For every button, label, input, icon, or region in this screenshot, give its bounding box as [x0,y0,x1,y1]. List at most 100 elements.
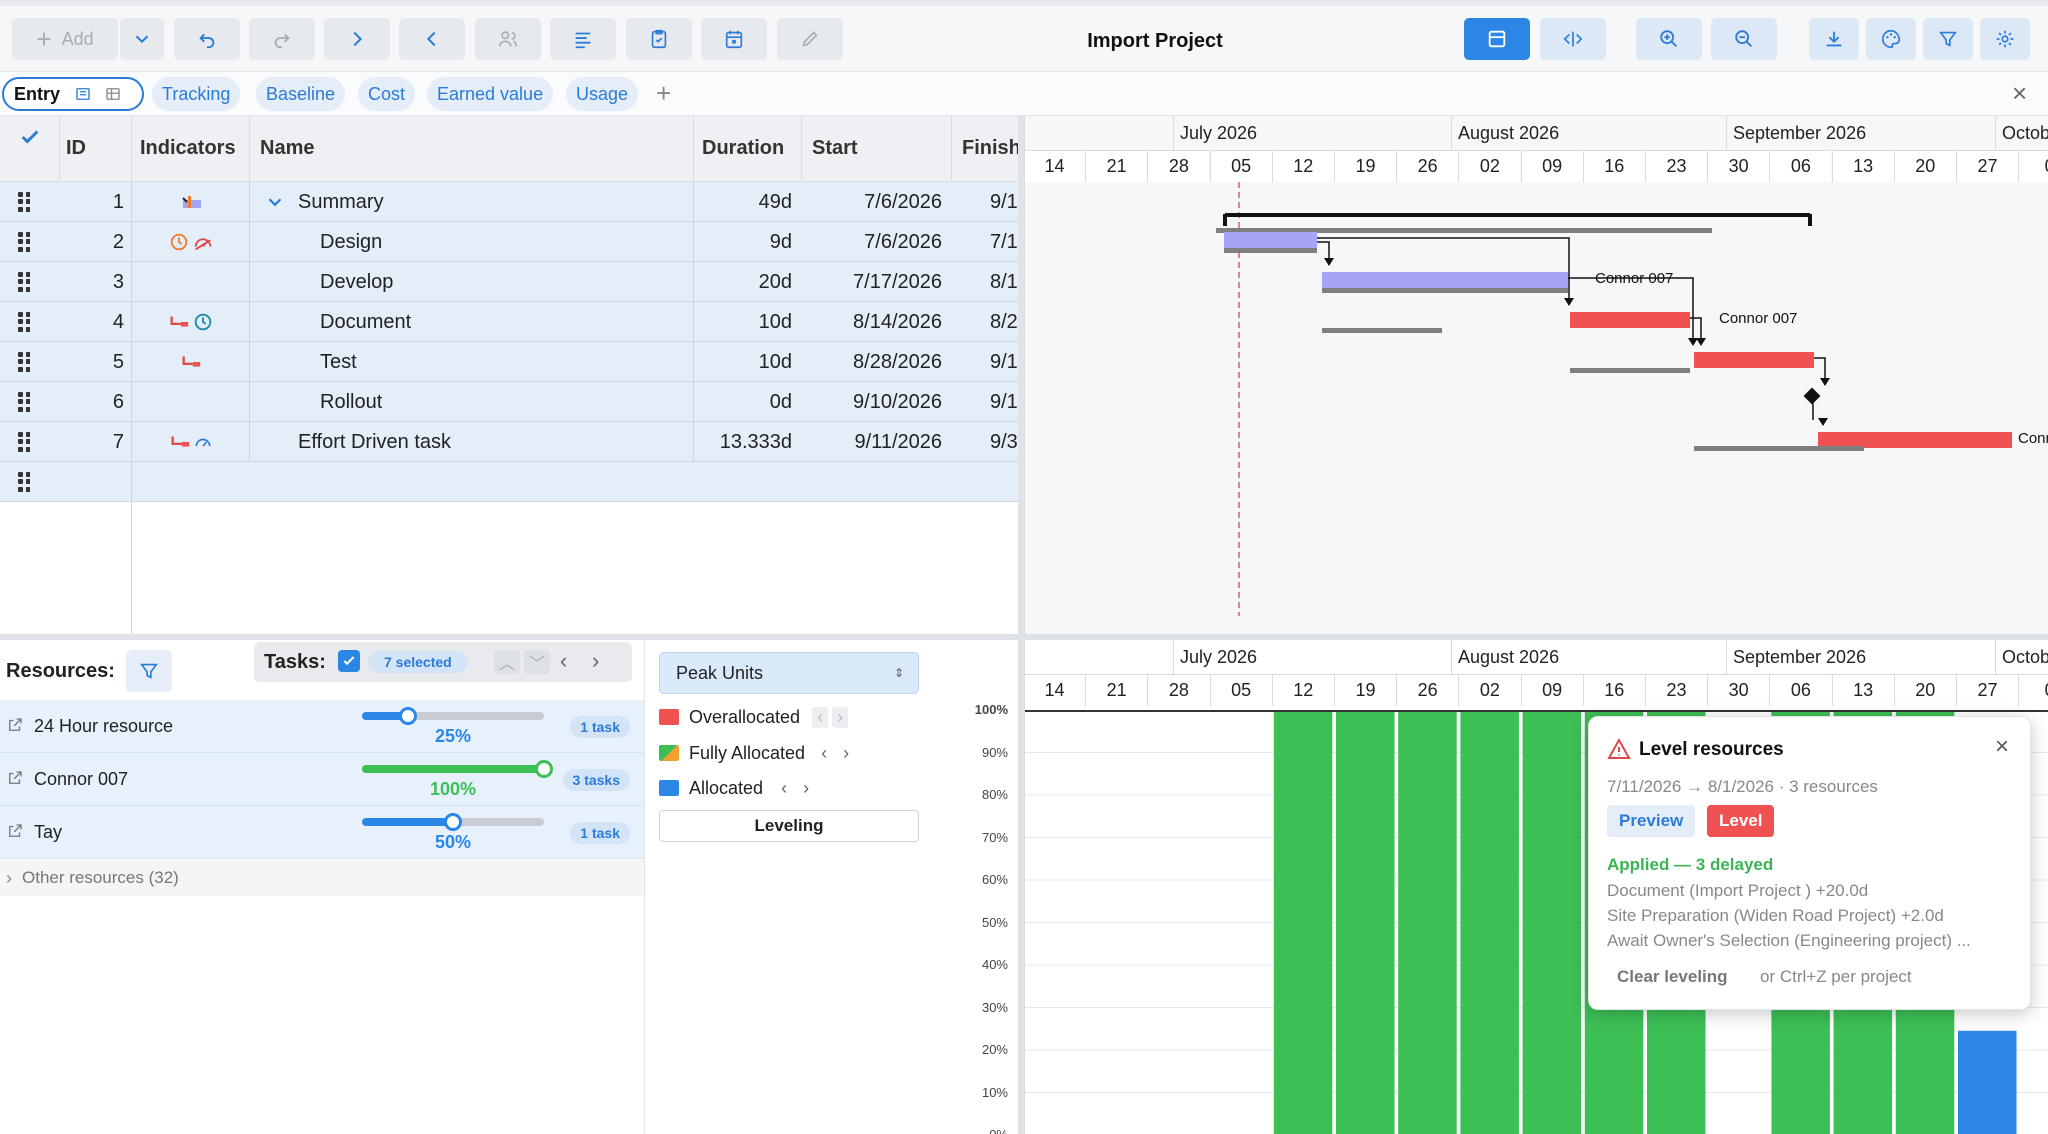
table-row[interactable]: 5 Test 10d 8/28/2026 9/1 [0,342,1018,382]
table-row-empty[interactable] [0,462,1018,502]
tab-entry[interactable]: Entry [2,77,144,111]
drag-handle[interactable] [18,182,30,222]
outdent-button[interactable] [399,18,465,60]
resource-row[interactable]: 24 Hour resource 25% 1 task [0,700,644,753]
row-finish[interactable]: 9/3 [990,422,1018,462]
histogram-bar[interactable] [1398,712,1457,1134]
column-header-name[interactable]: Name [250,116,694,182]
chevron-left-icon[interactable]: ‹ [781,778,787,799]
chevron-down-icon[interactable]: ﹀ [524,650,550,674]
resource-row[interactable]: Tay 50% 1 task [0,806,644,859]
other-resources-row[interactable]: › Other resources (32) [0,860,644,896]
chevron-right-icon[interactable]: › [832,706,849,728]
calendar-button[interactable] [701,18,767,60]
column-header-indicators[interactable]: Indicators [132,116,250,182]
row-name[interactable]: Summary [298,182,384,222]
row-name[interactable]: Rollout [320,382,382,422]
row-start[interactable]: 7/6/2026 [802,182,942,222]
zoom-out-button[interactable] [1711,18,1777,60]
add-button[interactable]: + Add [12,18,118,60]
table-row[interactable]: 3 Develop 20d 7/17/2026 8/1 [0,262,1018,302]
drag-handle[interactable] [18,222,30,262]
histogram-bar[interactable] [1522,712,1582,1134]
peak-units-select[interactable]: Peak Units ⇕ [659,652,919,694]
table-row[interactable]: 1 Summary 49d 7/6/2026 9/1 [0,182,1018,222]
allocation-slider[interactable] [362,813,544,831]
redo-button[interactable] [249,18,315,60]
chevron-right-icon[interactable]: › [592,648,599,674]
row-finish[interactable]: 9/1 [990,182,1018,222]
notes-button[interactable] [550,18,616,60]
slider-handle[interactable] [444,813,462,831]
row-name[interactable]: Design [320,222,382,262]
close-icon[interactable]: × [1995,733,2009,761]
histogram-bar[interactable] [1460,712,1519,1134]
allocation-slider[interactable] [362,707,544,725]
close-icon[interactable]: × [2012,78,2027,109]
chevron-right-icon[interactable]: › [843,743,849,764]
tab-cost[interactable]: Cost [358,77,416,111]
slider-handle[interactable] [535,760,553,778]
preview-button[interactable]: Preview [1607,805,1696,837]
table-row[interactable]: 2 Design 9d 7/6/2026 7/1 [0,222,1018,262]
drag-handle[interactable] [18,382,30,422]
table-row[interactable]: 7 Effort Driven task 13.333d 9/11/2026 9/3 [0,422,1018,462]
tasks-checkbox[interactable] [338,650,360,672]
row-duration[interactable]: 9d [694,222,792,262]
indent-button[interactable] [324,18,390,60]
tab-earned-value[interactable]: Earned value [427,77,554,111]
row-duration[interactable]: 13.333d [694,422,792,462]
view-split-button[interactable] [1540,18,1606,60]
undo-button[interactable] [174,18,240,60]
row-duration[interactable]: 20d [694,262,792,302]
row-finish[interactable]: 7/1 [990,222,1018,262]
tab-usage[interactable]: Usage [566,77,639,111]
row-duration[interactable]: 0d [694,382,792,422]
row-duration[interactable]: 10d [694,302,792,342]
zoom-in-button[interactable] [1636,18,1702,60]
level-button[interactable]: Level [1707,805,1775,837]
histogram-bar[interactable] [1958,1030,2017,1134]
row-start[interactable]: 8/14/2026 [802,302,942,342]
tab-tracking[interactable]: Tracking [152,77,241,111]
chevron-left-icon[interactable]: ‹ [812,706,829,728]
theme-button[interactable] [1866,18,1916,60]
slider-handle[interactable] [398,707,417,725]
allocation-slider[interactable] [362,760,553,778]
chevron-up-icon[interactable]: ︿ [494,650,520,674]
tab-baseline[interactable]: Baseline [256,77,346,111]
edit-button[interactable] [777,18,843,60]
export-button[interactable] [1809,18,1859,60]
row-finish[interactable]: 8/2 [990,302,1018,342]
settings-button[interactable] [1980,18,2030,60]
table-row[interactable]: 6 Rollout 0d 9/10/2026 9/1 [0,382,1018,422]
drag-handle[interactable] [18,262,30,302]
row-finish[interactable]: 9/1 [990,382,1018,422]
chevron-left-icon[interactable]: ‹ [821,743,827,764]
row-start[interactable]: 8/28/2026 [802,342,942,382]
column-header-finish[interactable]: Finish [952,116,1018,182]
resource-filter-button[interactable] [126,650,172,692]
histogram-bar[interactable] [1336,712,1395,1134]
histogram-bar[interactable] [1273,712,1333,1134]
row-name[interactable]: Test [320,342,357,382]
chevron-down-icon[interactable] [264,182,286,222]
leveling-button[interactable]: Leveling [659,810,919,842]
clear-leveling-button[interactable]: Clear leveling [1617,967,1728,987]
drag-handle[interactable] [18,422,30,462]
drag-handle[interactable] [18,302,30,342]
column-header-id[interactable]: ID [60,116,132,182]
row-start[interactable]: 9/10/2026 [802,382,942,422]
row-start[interactable]: 9/11/2026 [802,422,943,462]
filter-button[interactable] [1923,18,1973,60]
row-name[interactable]: Document [320,302,411,342]
table-row[interactable]: 4 Document 10d 8/14/2026 8/2 [0,302,1018,342]
row-name[interactable]: Effort Driven task [298,422,451,462]
drag-handle[interactable] [18,342,30,382]
add-tab-button[interactable]: + [656,78,671,109]
select-all-header[interactable] [0,116,60,182]
row-start[interactable]: 7/6/2026 [802,222,942,262]
row-finish[interactable]: 8/1 [990,262,1018,302]
drag-handle[interactable] [18,462,30,502]
row-duration[interactable]: 49d [694,182,792,222]
